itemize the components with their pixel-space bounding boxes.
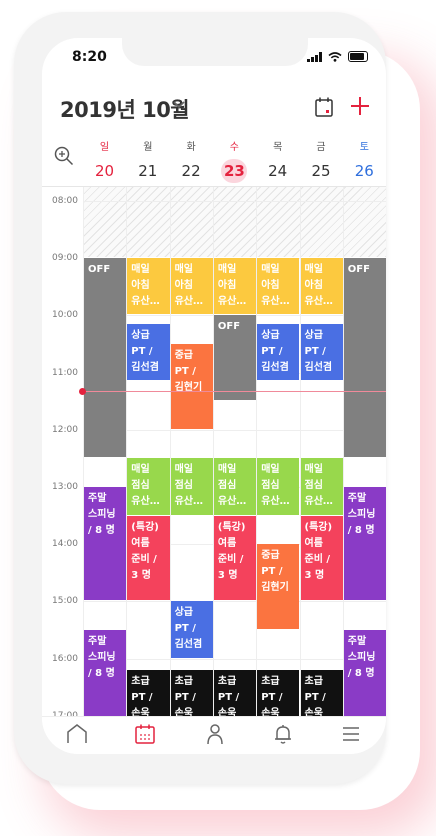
hour-line — [83, 658, 386, 660]
hour-label: 14:00 — [52, 539, 78, 550]
day-date: 26 — [354, 162, 374, 180]
schedule-event[interactable]: (특강) 여름 준비 / 3 명 — [300, 515, 343, 601]
hour-line — [83, 601, 386, 603]
schedule-event[interactable]: 초급 PT / 손욱 — [127, 670, 170, 717]
day-column-header[interactable]: 목 24 — [256, 134, 299, 183]
hour-label: 12:00 — [52, 424, 78, 435]
day-column-header[interactable]: 금 25 — [300, 134, 343, 183]
day-date: 23 — [221, 159, 248, 183]
current-time-line — [83, 391, 386, 393]
day-column-header[interactable]: 화 22 — [170, 134, 213, 183]
schedule-event[interactable]: 상급 PT / 김선겸 — [300, 323, 343, 381]
person-icon[interactable] — [204, 723, 226, 745]
day-column-header[interactable]: 수 23 — [213, 134, 256, 183]
hour-label: 11:00 — [52, 367, 78, 378]
signal-icon — [307, 51, 322, 62]
day-date: 21 — [138, 162, 158, 180]
hour-line — [83, 429, 386, 431]
weekday-name: 수 — [229, 142, 239, 153]
schedule-event[interactable]: 매일 아침 유산… — [170, 258, 213, 315]
schedule-event[interactable]: 상급 PT / 김선겸 — [170, 601, 213, 658]
schedule-event[interactable]: (특강) 여름 준비 / 3 명 — [127, 515, 170, 601]
status-icons — [307, 51, 368, 62]
weekday-name: 토 — [359, 142, 369, 153]
schedule-event[interactable]: 중급 PT / 김현기 — [257, 544, 300, 629]
phone-frame: 8:20 2019년 10월 일 20 월 21 화 22 수 23 목 24 금 25 토 26 08:… — [14, 12, 386, 784]
hour-label: 13:00 — [52, 482, 78, 492]
schedule-event[interactable]: 매일 점심 유산… — [257, 458, 300, 515]
schedule-event[interactable]: 초급 PT / 손욱 — [300, 670, 343, 717]
hour-label: 08:00 — [52, 196, 78, 206]
closed-hours-hatch — [83, 187, 386, 257]
wifi-icon — [328, 51, 342, 62]
schedule-event[interactable]: 중급 PT / 김현기 — [170, 344, 213, 429]
weekday-name: 화 — [186, 142, 196, 153]
weekday-name: 일 — [99, 142, 110, 153]
hour-label: 10:00 — [52, 310, 78, 321]
schedule-event[interactable]: (특강) 여름 준비 / 3 명 — [213, 515, 257, 601]
schedule-event[interactable]: 주말 스피닝 / 8 명 — [84, 630, 127, 717]
schedule-grid: 08:00 09:00 10:00 11:00 12:00 13:00 14:00 15:00… — [42, 186, 386, 717]
home-icon[interactable] — [66, 723, 88, 745]
day-date: 20 — [94, 162, 115, 180]
schedule-event[interactable]: 매일 점심 유산… — [300, 458, 343, 515]
weekday-name: 목 — [273, 142, 283, 153]
hour-label: 15:00 — [52, 596, 78, 607]
calendar-tab-icon[interactable] — [134, 723, 156, 745]
schedule-event[interactable]: 매일 점심 유산… — [170, 458, 213, 515]
weekday-name: 월 — [143, 142, 153, 153]
status-time: 8:20 — [72, 49, 107, 65]
schedule-event[interactable]: 주말 스피닝 / 8 명 — [343, 487, 386, 601]
chevron-down-icon[interactable] — [172, 100, 186, 110]
schedule-event[interactable]: OFF — [343, 258, 386, 458]
hour-line — [83, 201, 386, 202]
day-column-header[interactable]: 토 26 — [343, 134, 386, 183]
calendar-header: 2019년 10월 — [42, 90, 386, 130]
day-column-header[interactable]: 월 21 — [126, 134, 169, 183]
add-plus-icon[interactable] — [348, 94, 372, 118]
calendar-today-icon[interactable] — [314, 96, 334, 118]
bell-icon[interactable] — [272, 723, 294, 745]
battery-icon — [348, 51, 368, 62]
zoom-in-icon[interactable] — [54, 146, 74, 166]
schedule-event[interactable]: 상급 PT / 김선겸 — [127, 323, 170, 381]
day-column-header[interactable]: 일 20 — [83, 134, 126, 183]
schedule-event[interactable]: 매일 아침 유산… — [127, 258, 170, 315]
day-date: 24 — [268, 162, 288, 180]
hour-label: 09:00 — [52, 253, 78, 264]
weekday-name: 금 — [316, 142, 326, 153]
schedule-event[interactable]: 매일 아침 유산… — [300, 258, 343, 315]
schedule-event[interactable]: 매일 아침 유산… — [213, 258, 257, 315]
bottom-tab-bar — [42, 716, 386, 754]
menu-icon[interactable] — [340, 723, 362, 745]
schedule-event[interactable]: 매일 점심 유산… — [213, 458, 257, 515]
schedule-event[interactable]: 매일 아침 유산… — [257, 258, 300, 315]
hour-label: 16:00 — [52, 653, 78, 664]
schedule-event[interactable]: OFF — [84, 258, 127, 458]
month-title[interactable]: 2019년 10월 — [60, 94, 190, 124]
app-screen: 8:20 2019년 10월 일 20 월 21 화 22 수 23 목 24 금 25 토 26 08:… — [42, 38, 386, 754]
schedule-event[interactable]: 초급 PT / 손욱 — [213, 670, 257, 717]
schedule-event[interactable]: 주말 스피닝 / 8 명 — [84, 487, 127, 601]
week-day-header: 일 20 월 21 화 22 수 23 목 24 금 25 토 26 — [42, 132, 386, 184]
schedule-event[interactable]: 초급 PT / 손욱 — [257, 670, 300, 717]
schedule-event[interactable]: 초급 PT / 손욱 — [170, 670, 213, 717]
notch — [122, 38, 308, 66]
day-date: 25 — [311, 162, 331, 180]
schedule-event[interactable]: OFF — [213, 315, 257, 401]
day-date: 22 — [181, 162, 201, 180]
schedule-event[interactable]: 상급 PT / 김선겸 — [257, 323, 300, 381]
schedule-event[interactable]: 주말 스피닝 / 8 명 — [343, 630, 386, 717]
schedule-event[interactable]: 매일 점심 유산… — [127, 458, 170, 515]
